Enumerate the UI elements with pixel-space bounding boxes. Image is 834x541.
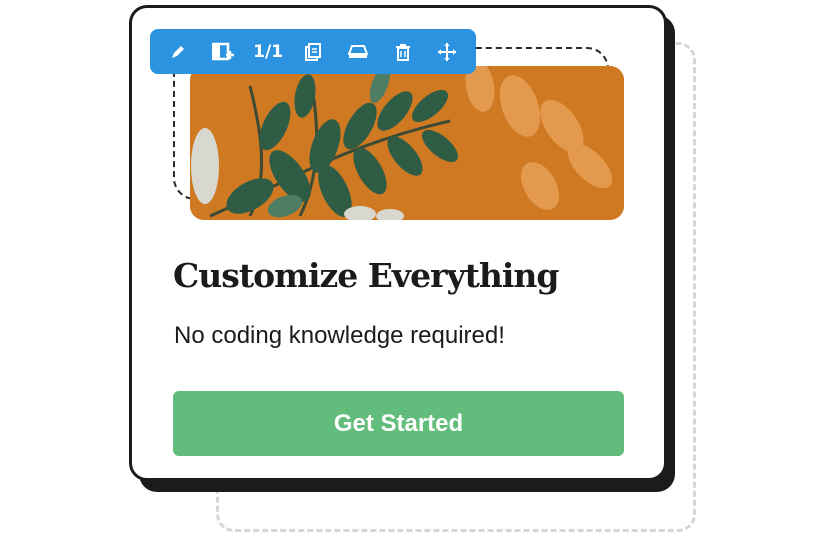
background-icon[interactable] xyxy=(341,35,375,69)
delete-icon[interactable] xyxy=(386,35,420,69)
card-subtitle: No coding knowledge required! xyxy=(174,322,505,349)
element-toolbar: 1/1 xyxy=(150,29,476,74)
hero-image[interactable] xyxy=(190,66,624,220)
edit-icon[interactable] xyxy=(161,35,195,69)
copy-icon[interactable] xyxy=(296,35,330,69)
block-count: 1/1 xyxy=(251,35,285,69)
move-icon[interactable] xyxy=(430,35,464,69)
get-started-button[interactable]: Get Started xyxy=(173,391,624,456)
block-count-label: 1/1 xyxy=(253,41,284,62)
add-block-icon[interactable] xyxy=(206,35,240,69)
card-title: Customize Everything xyxy=(173,256,559,295)
